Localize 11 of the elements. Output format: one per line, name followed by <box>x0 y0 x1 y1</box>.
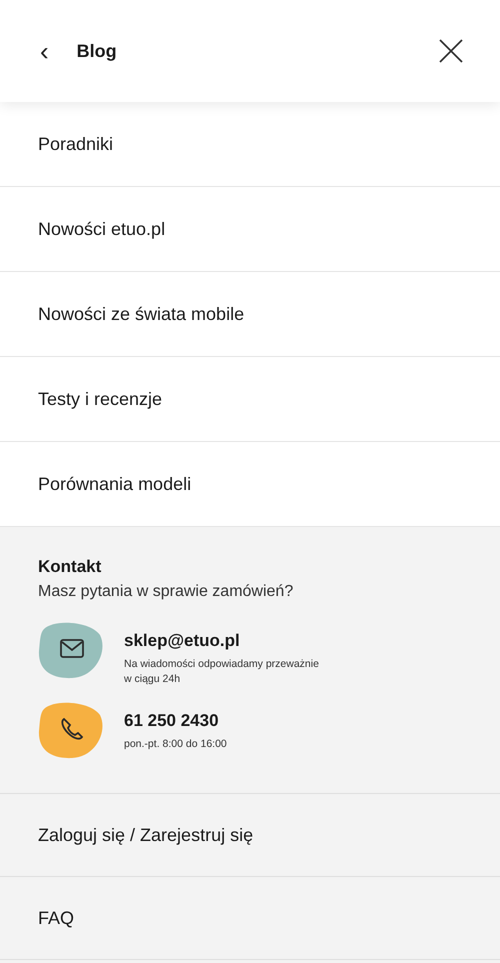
section-subtitle: Masz pytania w sprawie zamówień? <box>38 583 294 601</box>
phone-icon <box>61 718 83 740</box>
envelope-icon <box>60 639 84 658</box>
contact-note: pon.-pt. 8:00 do 16:00 <box>124 737 228 752</box>
contact-value[interactable]: 61 250 2430 <box>124 711 324 732</box>
contact-note: Na wiadomości odpowiadamy przeważnie w ciągu 24h <box>124 657 320 688</box>
close-icon[interactable] <box>438 38 464 64</box>
page-title: Blog <box>76 40 118 62</box>
contact-value[interactable]: sklep@etuo.pl <box>124 631 324 651</box>
back-button[interactable]: ‹ <box>36 38 53 64</box>
section-title: Kontakt <box>38 557 102 577</box>
